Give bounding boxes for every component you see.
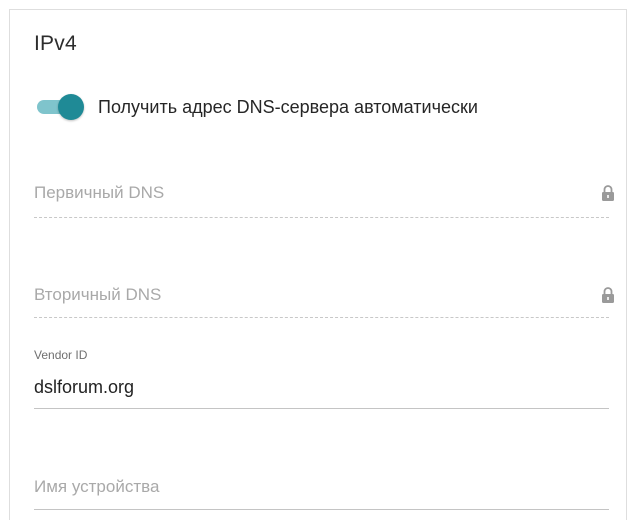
dns-auto-toggle[interactable]	[36, 93, 84, 121]
ipv4-settings-card: IPv4 Получить адрес DNS-сервера автомати…	[9, 9, 627, 520]
vendor-id-field[interactable]: Vendor ID dslforum.org	[34, 344, 622, 414]
toggle-knob	[58, 94, 84, 120]
primary-dns-placeholder: Первичный DNS	[34, 183, 165, 202]
lock-icon	[602, 287, 614, 303]
secondary-dns-underline	[34, 317, 609, 318]
primary-dns-underline	[34, 217, 609, 218]
dns-auto-row: Получить адрес DNS-сервера автоматически	[36, 92, 478, 122]
lock-icon	[602, 185, 614, 201]
primary-dns-field[interactable]: Первичный DNS	[34, 170, 622, 230]
secondary-dns-field[interactable]: Вторичный DNS	[34, 272, 622, 332]
vendor-id-underline	[34, 408, 609, 409]
section-title: IPv4	[34, 32, 77, 55]
device-name-placeholder: Имя устройства	[34, 477, 160, 496]
device-name-underline	[34, 509, 609, 510]
secondary-dns-placeholder: Вторичный DNS	[34, 285, 162, 304]
dns-auto-label: Получить адрес DNS-сервера автоматически	[98, 96, 478, 117]
vendor-id-value: dslforum.org	[34, 377, 135, 397]
vendor-id-label: Vendor ID	[34, 348, 88, 362]
device-name-field[interactable]: Имя устройства	[34, 468, 622, 514]
